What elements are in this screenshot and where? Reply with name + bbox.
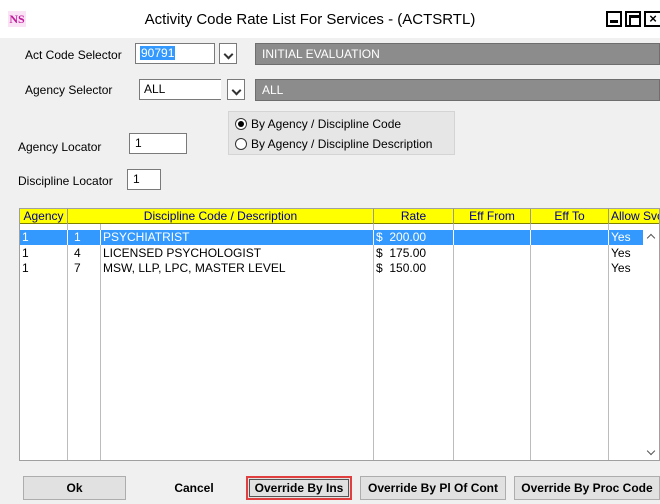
radio-checked-icon[interactable]: [235, 118, 247, 130]
cell-rate: $ 200.00: [374, 230, 454, 245]
table-row[interactable]: 1 4 LICENSED PSYCHOLOGIST $ 175.00 Yes: [20, 246, 659, 261]
activity-code-rate-window: NS Activity Code Rate List For Services …: [0, 0, 660, 504]
cell-eff-to: [531, 230, 609, 245]
cell-eff-from: [454, 230, 531, 245]
agency-description: ALL: [255, 79, 660, 101]
cell-code: 7: [68, 261, 101, 276]
agency-locator-input[interactable]: 1: [129, 133, 187, 154]
scroll-up-icon[interactable]: [643, 230, 659, 245]
radio-sort-by-description[interactable]: By Agency / Discipline Description: [235, 137, 432, 151]
minimize-icon[interactable]: [606, 11, 622, 27]
cell-agency: 1: [20, 261, 68, 276]
override-by-pl-of-cont-button[interactable]: Override By Pl Of Cont: [360, 476, 506, 500]
cell-description: PSYCHIATRIST: [101, 230, 374, 245]
table-row[interactable]: 1 7 MSW, LLP, LPC, MASTER LEVEL $ 150.00…: [20, 261, 659, 276]
discipline-locator-input[interactable]: 1: [127, 169, 161, 190]
act-code-label: Act Code Selector: [25, 48, 122, 62]
column-header-eff-to[interactable]: Eff To: [531, 209, 609, 224]
cell-code: 1: [68, 230, 101, 245]
rate-list-grid[interactable]: Agency Discipline Code / Description Rat…: [19, 208, 660, 461]
column-header-allow-svc[interactable]: Allow Svc: [609, 209, 659, 224]
cell-eff-to: [531, 261, 609, 276]
discipline-locator-label: Discipline Locator: [18, 174, 113, 188]
cancel-button[interactable]: Cancel: [150, 476, 238, 500]
column-header-agency[interactable]: Agency: [20, 209, 68, 224]
radio-unchecked-icon[interactable]: [235, 138, 247, 150]
cell-description: MSW, LLP, LPC, MASTER LEVEL: [101, 261, 374, 276]
cell-rate: $ 150.00: [374, 261, 454, 276]
close-icon[interactable]: ×: [644, 11, 660, 27]
maximize-icon[interactable]: [625, 11, 641, 27]
title-bar[interactable]: NS Activity Code Rate List For Services …: [0, 0, 660, 38]
cell-description: LICENSED PSYCHOLOGIST: [101, 246, 374, 261]
cell-code: 4: [68, 246, 101, 261]
cell-agency: 1: [20, 230, 68, 245]
act-code-description: INITIAL EVALUATION: [255, 43, 660, 65]
window-title: Activity Code Rate List For Services - (…: [144, 11, 476, 28]
radio-sort-by-code[interactable]: By Agency / Discipline Code: [235, 117, 401, 131]
ok-button[interactable]: Ok: [23, 476, 126, 500]
cell-allow-svc: Yes: [611, 230, 631, 244]
column-header-rate[interactable]: Rate: [374, 209, 454, 224]
cell-eff-to: [531, 246, 609, 261]
act-code-dropdown-icon[interactable]: [219, 43, 237, 64]
agency-selector-label: Agency Selector: [25, 83, 113, 97]
cell-rate: $ 175.00: [374, 246, 454, 261]
table-row[interactable]: 1 1 PSYCHIATRIST $ 200.00 Yes: [20, 230, 659, 245]
cell-eff-from: [454, 261, 531, 276]
column-header-discipline[interactable]: Discipline Code / Description: [68, 209, 374, 224]
agency-dropdown-icon[interactable]: [227, 79, 245, 100]
cell-allow-svc: Yes: [611, 246, 631, 260]
cell-allow-svc: Yes: [611, 261, 631, 275]
cell-agency: 1: [20, 246, 68, 261]
override-by-ins-button[interactable]: Override By Ins: [246, 476, 352, 500]
sort-option-group: By Agency / Discipline Code By Agency / …: [228, 111, 455, 155]
act-code-input[interactable]: 90791: [135, 43, 215, 64]
agency-locator-label: Agency Locator: [18, 140, 102, 154]
column-header-eff-from[interactable]: Eff From: [454, 209, 531, 224]
grid-header: Agency Discipline Code / Description Rat…: [20, 209, 659, 224]
override-by-proc-code-button[interactable]: Override By Proc Code: [514, 476, 660, 500]
scroll-down-icon[interactable]: [643, 446, 659, 460]
agency-selector-input[interactable]: ALL: [139, 79, 221, 100]
cell-eff-from: [454, 246, 531, 261]
